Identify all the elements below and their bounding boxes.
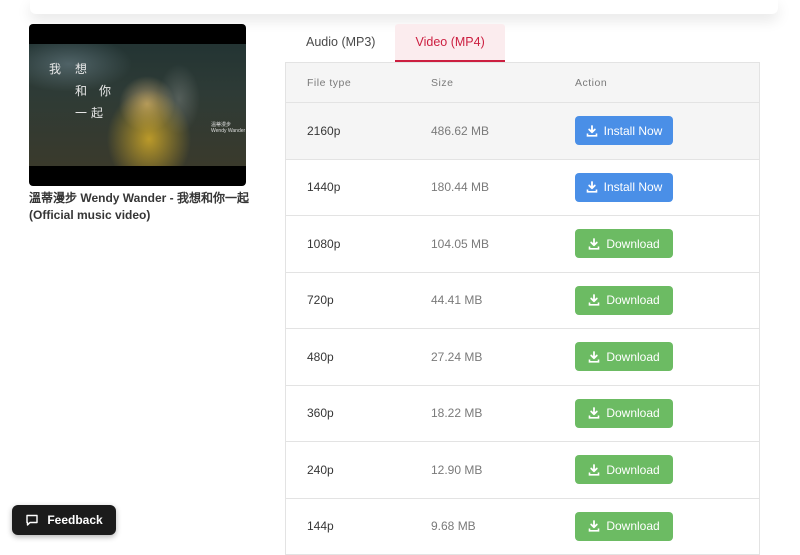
action-cell: Download — [555, 342, 759, 372]
download-button[interactable]: Download — [575, 285, 673, 315]
file-type-cell: 480p — [307, 349, 334, 364]
chat-bubble-icon — [26, 514, 39, 526]
button-label: Download — [606, 406, 660, 421]
download-button[interactable]: Download — [575, 229, 673, 259]
button-label: Download — [606, 349, 660, 364]
size-cell: 9.68 MB — [431, 519, 476, 534]
file-type-cell: 360p — [307, 406, 334, 421]
feedback-button[interactable]: Feedback — [12, 505, 116, 535]
button-label: Install Now — [603, 180, 663, 195]
thumbnail-char: 一 — [75, 106, 90, 120]
action-cell: Download — [555, 285, 759, 315]
format-tabs: Audio (MP3) Video (MP4) — [286, 24, 505, 62]
feedback-label: Feedback — [47, 513, 103, 527]
size-cell: 486.62 MB — [431, 123, 490, 138]
button-label: Download — [606, 519, 660, 534]
action-cell: Download — [555, 455, 759, 485]
video-thumbnail[interactable]: 我 想 和 你 一 起 溫蒂漫步 Wendy Wander — [29, 24, 246, 186]
size-cell: 44.41 MB — [431, 293, 483, 308]
size-cell: 18.22 MB — [431, 406, 483, 421]
download-button[interactable]: Download — [575, 342, 673, 372]
action-cell: Download — [555, 511, 759, 541]
table-header: File type Size Action — [286, 63, 759, 103]
thumbnail-char: 想 — [75, 62, 90, 76]
button-label: Download — [606, 236, 660, 251]
download-button[interactable]: Download — [575, 511, 673, 541]
download-icon — [589, 237, 600, 250]
download-button[interactable]: Download — [575, 398, 673, 428]
table-row: 720p 44.41 MB Download — [286, 273, 759, 329]
table-row: 1440p 180.44 MB Install Now — [286, 160, 759, 216]
download-icon — [589, 294, 600, 306]
button-label: Download — [606, 293, 660, 308]
size-cell: 27.24 MB — [431, 349, 483, 364]
video-title: 溫蒂漫步 Wendy Wander - 我想和你一起 (Official mus… — [29, 191, 250, 222]
download-icon — [589, 520, 600, 532]
file-type-cell: 1080p — [307, 236, 341, 251]
action-cell: Download — [555, 229, 759, 259]
table-row: 480p 27.24 MB Download — [286, 329, 759, 386]
table-row: 1080p 104.05 MB Download — [286, 216, 759, 273]
install-now-button[interactable]: Install Now — [575, 172, 673, 202]
download-icon — [589, 350, 600, 363]
file-type-cell: 144p — [307, 519, 334, 534]
thumbnail-char: 我 — [49, 62, 64, 76]
size-cell: 12.90 MB — [431, 462, 483, 477]
table-row: 360p 18.22 MB Download — [286, 386, 759, 442]
table-body: 2160p 486.62 MB Install Now 1440p 180.44 MB I… — [286, 103, 759, 555]
header-size: Size — [431, 76, 454, 89]
header-file-type: File type — [307, 76, 352, 89]
download-icon — [586, 181, 597, 193]
table-row: 144p 9.68 MB Download — [286, 499, 759, 555]
size-cell: 180.44 MB — [431, 180, 490, 195]
header-action: Action — [575, 76, 608, 89]
tab-video-mp4[interactable]: Video (MP4) — [395, 24, 505, 62]
thumbnail-credit: 溫蒂漫步 Wendy Wander — [211, 122, 246, 134]
install-now-button[interactable]: Install Now — [575, 116, 673, 146]
thumbnail-char: 和 — [75, 84, 90, 98]
file-type-cell: 720p — [307, 293, 334, 308]
download-icon — [586, 124, 597, 137]
file-type-cell: 2160p — [307, 123, 341, 138]
thumbnail-char: 你 — [99, 84, 114, 98]
file-type-cell: 1440p — [307, 180, 341, 195]
download-icon — [589, 463, 600, 476]
action-cell: Install Now — [555, 172, 759, 202]
table-row: 2160p 486.62 MB Install Now — [286, 103, 759, 160]
download-button[interactable]: Download — [575, 455, 673, 485]
file-type-cell: 240p — [307, 462, 334, 477]
download-icon — [589, 407, 600, 419]
top-bar-shadow — [30, 0, 778, 14]
download-table: File type Size Action 2160p 486.62 MB Inst… — [285, 62, 760, 555]
table-row: 240p 12.90 MB Download — [286, 442, 759, 499]
button-label: Download — [606, 462, 660, 477]
size-cell: 104.05 MB — [431, 236, 490, 251]
action-cell: Install Now — [555, 116, 759, 146]
button-label: Install Now — [603, 123, 663, 138]
tab-audio-mp3[interactable]: Audio (MP3) — [286, 24, 395, 62]
thumbnail-char: 起 — [91, 106, 106, 120]
action-cell: Download — [555, 398, 759, 428]
thumbnail-scene: 我 想 和 你 一 起 溫蒂漫步 Wendy Wander — [29, 44, 246, 166]
